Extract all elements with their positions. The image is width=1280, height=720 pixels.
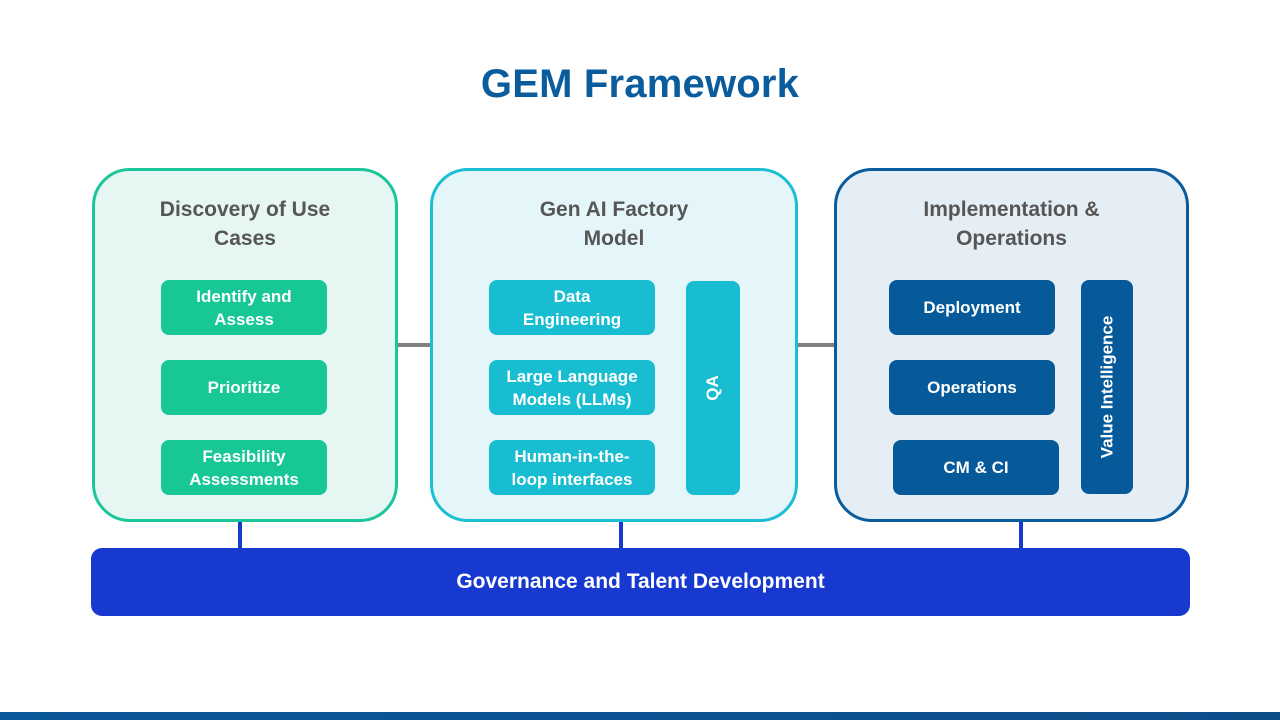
qa-bar: QA: [686, 281, 740, 495]
item-cm-and-ci: CM & CI: [893, 440, 1059, 495]
connector-discovery-factory: [398, 343, 430, 347]
panel-gen-ai-factory-model: Gen AI Factory Model Data Engineering La…: [430, 168, 798, 522]
item-deployment: Deployment: [889, 280, 1055, 335]
item-identify-and-assess: Identify and Assess: [161, 280, 327, 335]
panel-discovery-of-use-cases: Discovery of Use Cases Identify and Asse…: [92, 168, 398, 522]
panel-heading: Gen AI Factory Model: [539, 198, 689, 250]
panel-heading: Implementation & Operations: [923, 198, 1100, 250]
value-intelligence-label: Value Intelligence: [1097, 315, 1117, 459]
value-intelligence-bar: Value Intelligence: [1081, 280, 1133, 494]
item-large-language-models: Large Language Models (LLMs): [489, 360, 655, 415]
connector-factory-governance: [619, 522, 623, 549]
qa-label: QA: [703, 375, 722, 401]
item-data-engineering: Data Engineering: [489, 280, 655, 335]
footer-strip: [0, 712, 1280, 720]
item-operations: Operations: [889, 360, 1055, 415]
connector-implementation-governance: [1019, 522, 1023, 549]
governance-label: Governance and Talent Development: [456, 570, 825, 593]
panel-implementation-and-operations: Implementation & Operations Deployment O…: [834, 168, 1189, 522]
connector-factory-implementation: [798, 343, 834, 347]
item-prioritize: Prioritize: [161, 360, 327, 415]
governance-bar: Governance and Talent Development: [91, 548, 1190, 616]
item-feasibility-assessments: Feasibility Assessments: [161, 440, 327, 495]
panel-heading: Discovery of Use Cases: [159, 198, 331, 250]
item-human-in-the-loop-interfaces: Human-in-the-loop interfaces: [489, 440, 655, 495]
page-title: GEM Framework: [480, 62, 800, 106]
connector-discovery-governance: [238, 522, 242, 549]
